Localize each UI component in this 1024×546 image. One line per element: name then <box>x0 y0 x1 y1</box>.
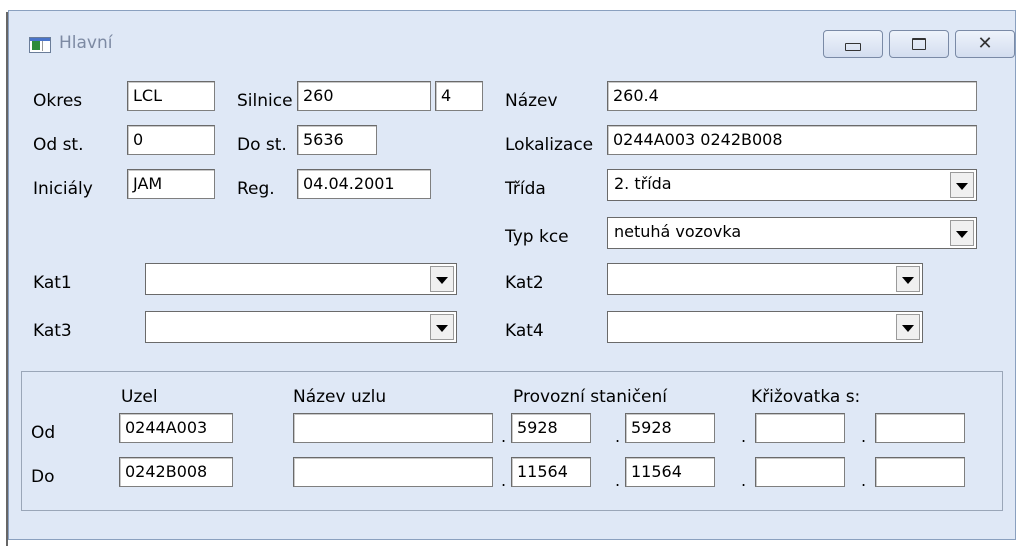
inicialy-field[interactable]: JAM <box>127 169 215 199</box>
window-title: Hlavní <box>59 33 113 53</box>
reg-label: Reg. <box>237 179 275 199</box>
do-st-field[interactable]: 5636 <box>297 125 377 155</box>
close-icon: ✕ <box>977 33 993 54</box>
kat2-label: Kat2 <box>505 273 544 293</box>
trida-label: Třída <box>505 179 546 199</box>
minimize-icon <box>845 43 861 51</box>
od-st-field[interactable]: 0 <box>127 125 215 155</box>
separator-dot: . <box>741 427 747 446</box>
od-krizovatka-1-field[interactable] <box>755 413 845 443</box>
okres-label: Okres <box>33 91 83 111</box>
app-icon <box>29 37 51 53</box>
chevron-down-icon[interactable] <box>950 172 974 198</box>
do-krizovatka-1-field[interactable] <box>755 457 845 487</box>
do-st-label: Do st. <box>237 135 287 155</box>
od-staniceni-2-field[interactable]: 5928 <box>625 413 715 443</box>
nazev-label: Název <box>505 91 558 111</box>
nazev-field[interactable]: 260.4 <box>607 81 977 111</box>
do-uzel-field[interactable]: 0242B008 <box>119 457 233 487</box>
lokalizace-label: Lokalizace <box>505 135 594 155</box>
kat2-select[interactable] <box>607 263 923 295</box>
chevron-down-icon[interactable] <box>896 314 920 340</box>
chevron-down-icon[interactable] <box>430 266 454 292</box>
kat4-select[interactable] <box>607 311 923 343</box>
od-nazev-uzlu-field[interactable] <box>293 413 493 443</box>
nazev-uzlu-header: Název uzlu <box>293 387 387 407</box>
chevron-down-icon[interactable] <box>430 314 454 340</box>
chevron-down-icon[interactable] <box>950 220 974 246</box>
do-staniceni-2-field[interactable]: 11564 <box>625 457 715 487</box>
separator-dot: . <box>501 471 507 490</box>
do-nazev-uzlu-field[interactable] <box>293 457 493 487</box>
do-staniceni-1-field[interactable]: 11564 <box>511 457 591 487</box>
separator-dot: . <box>615 471 621 490</box>
od-st-label: Od st. <box>33 135 84 155</box>
maximize-button[interactable] <box>889 30 949 58</box>
od-krizovatka-2-field[interactable] <box>875 413 965 443</box>
separator-dot: . <box>501 427 507 446</box>
do-row-label: Do <box>31 467 55 487</box>
krizovatka-header: Křižovatka s: <box>751 387 861 407</box>
provozni-staniceni-header: Provozní staničení <box>513 387 667 407</box>
silnice-field[interactable]: 260 <box>297 81 431 111</box>
kat1-label: Kat1 <box>33 273 72 293</box>
title-bar[interactable]: Hlavní ✕ <box>9 11 1015 63</box>
typ-kce-value: netuhá vozovka <box>614 222 742 241</box>
kat3-label: Kat3 <box>33 321 72 341</box>
reg-field[interactable]: 04.04.2001 <box>297 169 431 199</box>
od-uzel-field[interactable]: 0244A003 <box>119 413 233 443</box>
okres-field[interactable]: LCL <box>127 81 215 111</box>
maximize-icon <box>912 38 926 50</box>
close-button[interactable]: ✕ <box>955 30 1015 58</box>
inicialy-label: Iniciály <box>33 179 93 199</box>
silnice-part-field[interactable]: 4 <box>435 81 483 111</box>
trida-value: 2. třída <box>614 174 672 193</box>
separator-dot: . <box>861 427 867 446</box>
typ-kce-select[interactable]: netuhá vozovka <box>607 217 977 249</box>
separator-dot: . <box>861 471 867 490</box>
kat3-select[interactable] <box>145 311 457 343</box>
minimize-button[interactable] <box>823 30 883 58</box>
chevron-down-icon[interactable] <box>896 266 920 292</box>
od-row-label: Od <box>31 423 56 443</box>
desktop-edge <box>0 0 8 546</box>
uzel-header: Uzel <box>121 387 158 407</box>
lokalizace-field[interactable]: 0244A003 0242B008 <box>607 125 977 155</box>
kat1-select[interactable] <box>145 263 457 295</box>
do-krizovatka-2-field[interactable] <box>875 457 965 487</box>
main-window: Hlavní ✕ Okres LCL Silnice 260 4 Název 2… <box>8 10 1016 540</box>
separator-dot: . <box>741 471 747 490</box>
separator-dot: . <box>615 427 621 446</box>
silnice-label: Silnice <box>237 91 293 111</box>
od-staniceni-1-field[interactable]: 5928 <box>511 413 591 443</box>
kat4-label: Kat4 <box>505 321 544 341</box>
typ-kce-label: Typ kce <box>505 227 569 247</box>
trida-select[interactable]: 2. třída <box>607 169 977 201</box>
